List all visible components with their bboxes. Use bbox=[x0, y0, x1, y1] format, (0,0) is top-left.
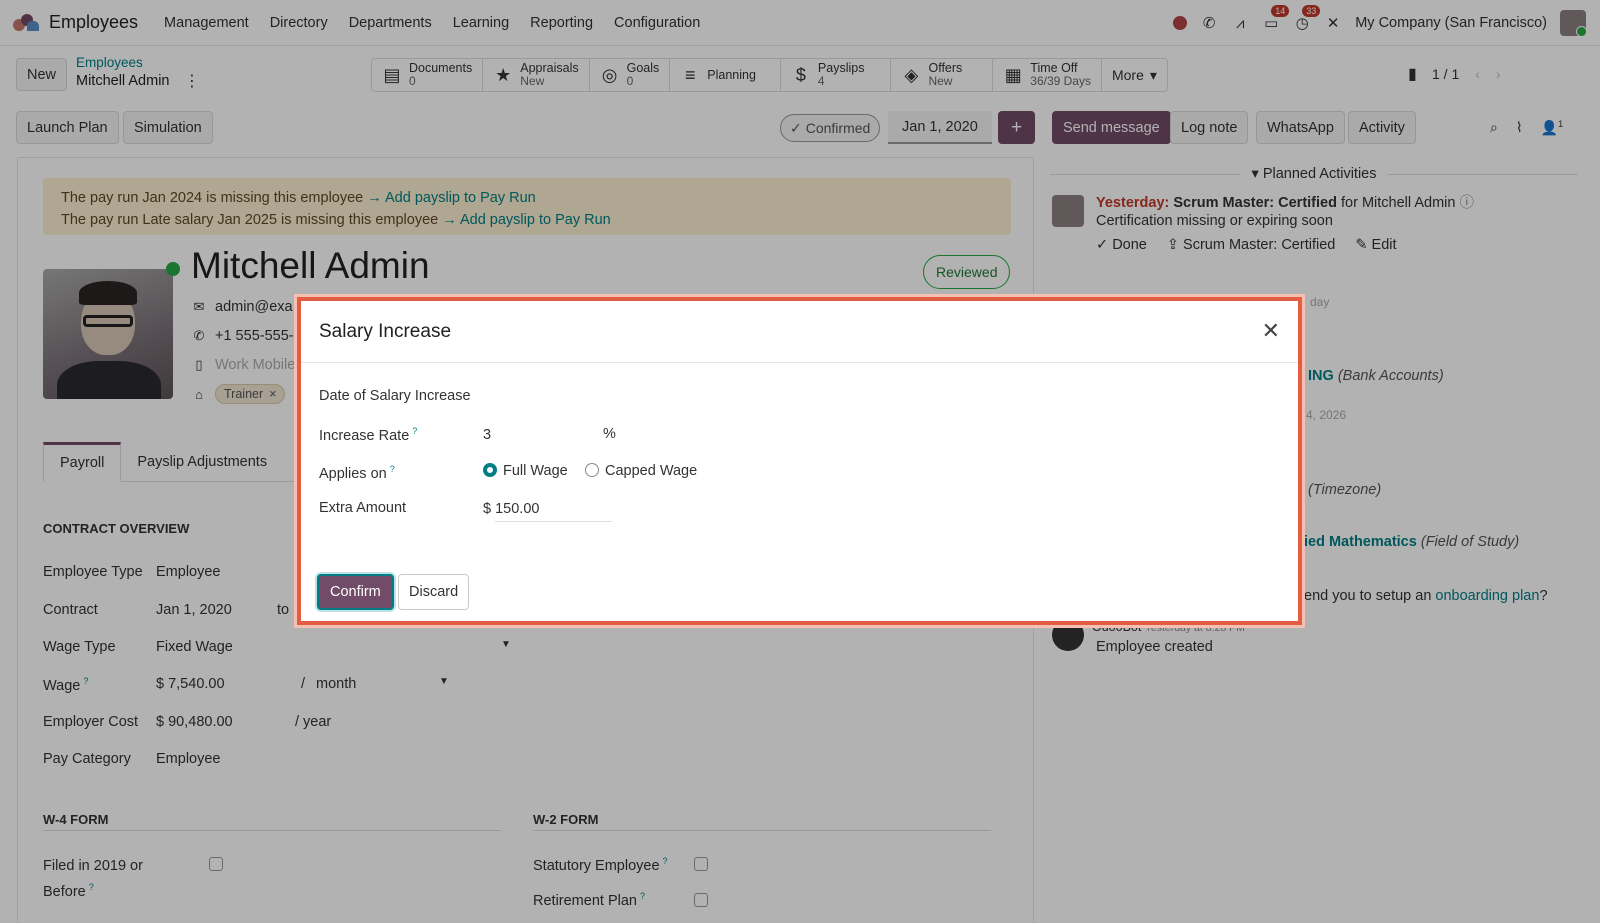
radio-full-wage[interactable]: Full Wage bbox=[483, 463, 568, 479]
confirm-button[interactable]: Confirm bbox=[317, 574, 394, 610]
date-of-increase-label: Date of Salary Increase bbox=[319, 388, 471, 404]
applies-on-label: Applies on? bbox=[319, 464, 395, 482]
dialog-title: Salary Increase bbox=[319, 320, 452, 342]
rate-unit: % bbox=[603, 426, 616, 442]
extra-amount-label: Extra Amount bbox=[319, 500, 407, 516]
radio-unselected-icon[interactable] bbox=[585, 463, 599, 477]
increase-rate-input[interactable]: 3 bbox=[483, 427, 491, 443]
salary-increase-dialog: Salary Increase ✕ Date of Salary Increas… bbox=[297, 297, 1302, 625]
dialog-header: Salary Increase ✕ bbox=[301, 301, 1298, 363]
discard-button[interactable]: Discard bbox=[398, 574, 470, 610]
radio-capped-wage[interactable]: Capped Wage bbox=[585, 463, 697, 479]
radio-selected-icon[interactable] bbox=[483, 463, 497, 477]
extra-amount-input[interactable]: $ 150.00 bbox=[483, 501, 539, 517]
close-icon[interactable]: ✕ bbox=[1262, 320, 1280, 342]
increase-rate-label: Increase Rate? bbox=[319, 426, 418, 444]
input-underline bbox=[495, 521, 612, 522]
